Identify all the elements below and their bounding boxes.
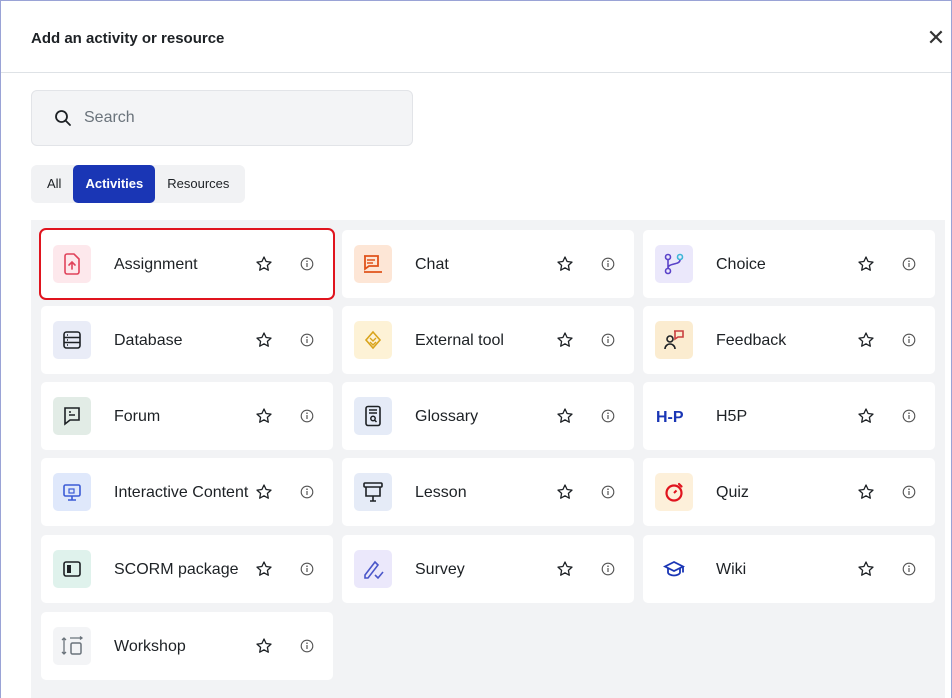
star-icon[interactable] xyxy=(857,255,875,273)
quiz-icon xyxy=(655,473,693,511)
activity-label: Survey xyxy=(415,560,465,578)
external-tool-icon xyxy=(354,321,392,359)
activity-label: External tool xyxy=(415,331,504,349)
feedback-icon xyxy=(655,321,693,359)
info-icon[interactable] xyxy=(300,333,314,347)
activity-label: Forum xyxy=(114,407,161,425)
activity-card-h5p[interactable]: H-P H5P xyxy=(643,382,935,450)
star-icon[interactable] xyxy=(556,407,574,425)
info-icon[interactable] xyxy=(601,485,615,499)
wiki-icon xyxy=(655,550,693,588)
info-icon[interactable] xyxy=(902,409,916,423)
search-icon xyxy=(55,110,71,126)
activity-card-lesson[interactable]: Lesson xyxy=(342,458,634,526)
svg-text:H-P: H-P xyxy=(656,409,684,426)
info-icon[interactable] xyxy=(902,333,916,347)
activity-card-wiki[interactable]: Wiki xyxy=(643,535,935,603)
activity-chooser-dialog: Add an activity or resource ✕ All Activi… xyxy=(0,0,952,698)
star-icon[interactable] xyxy=(255,331,273,349)
database-icon xyxy=(53,321,91,359)
info-icon[interactable] xyxy=(601,409,615,423)
activity-card-survey[interactable]: Survey xyxy=(342,535,634,603)
star-icon[interactable] xyxy=(857,560,875,578)
info-icon[interactable] xyxy=(300,409,314,423)
star-icon[interactable] xyxy=(255,637,273,655)
activity-label: Glossary xyxy=(415,407,479,425)
info-icon[interactable] xyxy=(601,333,615,347)
activity-label: H5P xyxy=(716,407,748,425)
info-icon[interactable] xyxy=(601,562,615,576)
activity-card-workshop[interactable]: Workshop xyxy=(41,612,333,680)
chat-icon xyxy=(354,245,392,283)
activity-label: Feedback xyxy=(716,331,787,349)
dialog-title: Add an activity or resource xyxy=(31,30,225,47)
activity-grid: Assignment Chat Choice Database External too… xyxy=(31,220,945,698)
info-icon[interactable] xyxy=(300,562,314,576)
interactive-content-icon xyxy=(53,473,91,511)
survey-icon xyxy=(354,550,392,588)
search-box[interactable] xyxy=(31,90,413,146)
info-icon[interactable] xyxy=(300,257,314,271)
activity-card-feedback[interactable]: Feedback xyxy=(643,306,935,374)
info-icon[interactable] xyxy=(601,257,615,271)
lesson-icon xyxy=(354,473,392,511)
forum-icon xyxy=(53,397,91,435)
star-icon[interactable] xyxy=(857,483,875,501)
tab-activities[interactable]: Activities xyxy=(73,165,156,203)
activity-label: Chat xyxy=(415,255,449,273)
activity-label: Lesson xyxy=(415,483,467,501)
h5p-icon: H-P xyxy=(655,397,693,435)
activity-label: Assignment xyxy=(114,255,198,273)
dialog-header: Add an activity or resource ✕ xyxy=(1,1,951,73)
info-icon[interactable] xyxy=(902,485,916,499)
workshop-icon xyxy=(53,627,91,665)
tab-all[interactable]: All xyxy=(35,165,73,203)
glossary-icon xyxy=(354,397,392,435)
star-icon[interactable] xyxy=(556,255,574,273)
star-icon[interactable] xyxy=(857,407,875,425)
activity-label: Wiki xyxy=(716,560,747,578)
activity-card-scorm-package[interactable]: SCORM package xyxy=(41,535,333,603)
activity-card-interactive-content[interactable]: Interactive Content xyxy=(41,458,333,526)
star-icon[interactable] xyxy=(255,407,273,425)
activity-label: Quiz xyxy=(716,483,749,501)
star-icon[interactable] xyxy=(556,483,574,501)
category-tabs: All Activities Resources xyxy=(31,165,246,203)
assignment-icon xyxy=(53,245,91,283)
close-button[interactable]: ✕ xyxy=(923,25,949,51)
activity-card-database[interactable]: Database xyxy=(41,306,333,374)
info-icon[interactable] xyxy=(902,562,916,576)
scorm-package-icon xyxy=(53,550,91,588)
activity-card-assignment[interactable]: Assignment xyxy=(39,228,335,300)
activity-card-choice[interactable]: Choice xyxy=(643,230,935,298)
info-icon[interactable] xyxy=(300,639,314,653)
star-icon[interactable] xyxy=(857,331,875,349)
activity-label: Database xyxy=(114,331,183,349)
close-icon: ✕ xyxy=(926,25,946,50)
star-icon[interactable] xyxy=(255,483,273,501)
star-icon[interactable] xyxy=(255,560,273,578)
activity-card-chat[interactable]: Chat xyxy=(342,230,634,298)
star-icon[interactable] xyxy=(556,560,574,578)
info-icon[interactable] xyxy=(902,257,916,271)
tab-resources[interactable]: Resources xyxy=(155,165,241,203)
activity-card-glossary[interactable]: Glossary xyxy=(342,382,634,450)
star-icon[interactable] xyxy=(556,331,574,349)
activity-card-external-tool[interactable]: External tool xyxy=(342,306,634,374)
search-input[interactable] xyxy=(84,91,404,145)
activity-card-forum[interactable]: Forum xyxy=(41,382,333,450)
star-icon[interactable] xyxy=(255,255,273,273)
choice-icon xyxy=(655,245,693,283)
activity-label: Workshop xyxy=(114,637,186,655)
activity-label: Choice xyxy=(716,255,766,273)
info-icon[interactable] xyxy=(300,485,314,499)
activity-label: Interactive Content xyxy=(114,483,249,501)
activity-card-quiz[interactable]: Quiz xyxy=(643,458,935,526)
activity-label: SCORM package xyxy=(114,560,239,578)
